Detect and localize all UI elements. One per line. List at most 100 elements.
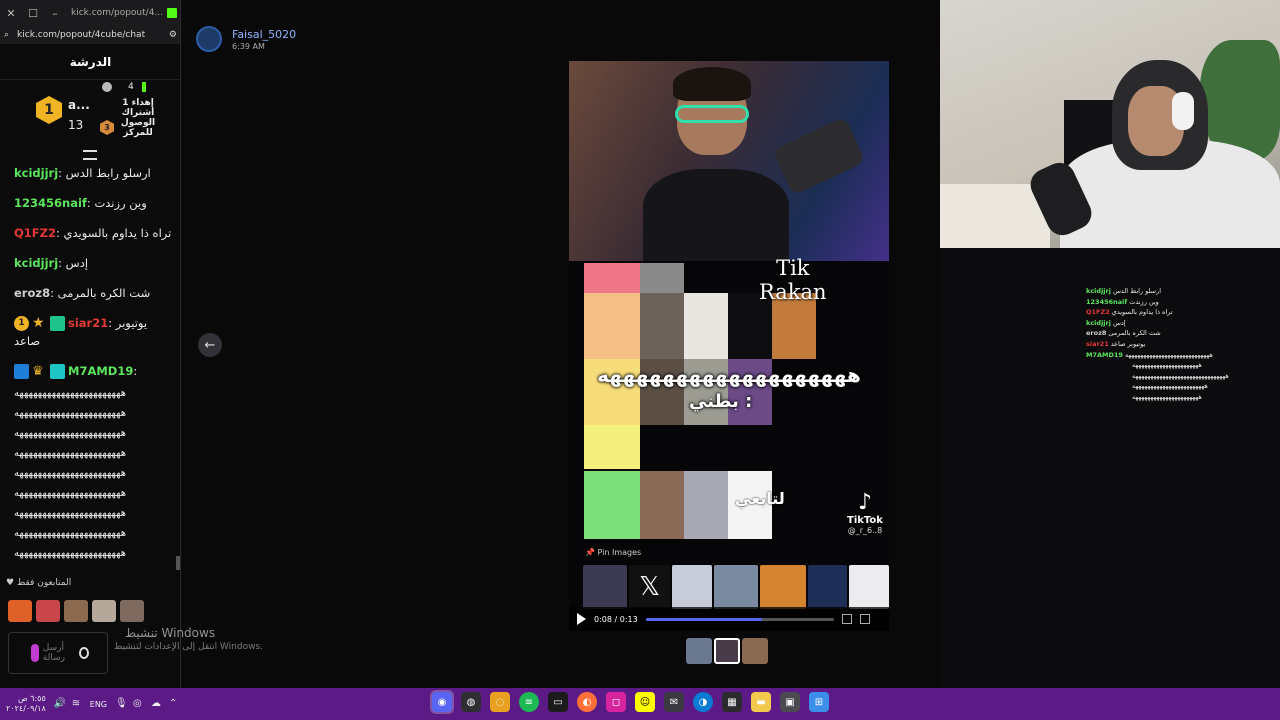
previous-media-button[interactable]: ← [198, 333, 222, 357]
minimize-window-icon[interactable]: – [44, 0, 66, 26]
microphone-shape [772, 116, 866, 196]
cloud-icon[interactable]: ☁ [151, 699, 161, 709]
chat-header-title: الدرشة [0, 44, 180, 80]
sub-badge-icon: 3 [100, 120, 114, 135]
spotify-app-icon[interactable]: ≡ [519, 692, 539, 712]
avatar[interactable] [92, 600, 116, 622]
chat-username[interactable]: Q1FZ2 [14, 226, 56, 240]
avatar[interactable] [64, 600, 88, 622]
chat-username[interactable]: kcidjjrj [14, 166, 58, 180]
chat-scrollbar[interactable] [176, 556, 180, 570]
chat-username[interactable]: eroz8 [14, 286, 50, 300]
heart-icon: ♥ [6, 578, 15, 588]
chat-message: 123456naif: وين رزندت [14, 196, 174, 211]
volume-icon[interactable]: 🔊 [54, 699, 66, 709]
chat-username[interactable]: M7AMD19 [68, 364, 133, 378]
overlay-spam-line: هههههههههههههههههههههههههههههههه [1132, 371, 1229, 380]
media-thumbnail[interactable] [742, 638, 768, 664]
close-window-icon[interactable]: ✕ [0, 0, 22, 26]
overlay-text: تراه ذا يداوم بالسويدي [1111, 308, 1173, 317]
overlay-chat-line: kcidjjrj إدس [1086, 318, 1280, 329]
collapse-handle-icon[interactable] [83, 150, 97, 160]
play-icon[interactable] [577, 613, 586, 625]
tier-image [684, 471, 728, 539]
window-title: kick.com/popout/4... [71, 8, 163, 18]
caption-line-2: Rakan [759, 280, 827, 304]
tier-image [640, 263, 684, 293]
video-progress-fill [645, 617, 763, 621]
file-explorer-icon[interactable]: ▬ [751, 692, 771, 712]
terminal-app-icon[interactable]: ▭ [548, 692, 568, 712]
address-bar[interactable]: ⌕ kick.com/popout/4cube/chat ⚙ [0, 26, 180, 44]
pinned-user-name: a... [68, 98, 90, 112]
avatar[interactable] [36, 600, 60, 622]
chat-popout-window: ✕ ☐ – kick.com/popout/4... ⌕ kick.com/po… [0, 0, 181, 688]
tier-label-d [584, 471, 640, 539]
pin-images-strip: 𝕏 [583, 565, 889, 609]
calculator-app-icon[interactable]: ▦ [722, 692, 742, 712]
spam-line: هههههههههههههههههههههههه [14, 548, 127, 559]
video-player[interactable]: Tik Rakan هههههههههههههههههههه بطني : لت… [569, 61, 889, 631]
mail-app-icon[interactable]: ✉ [664, 692, 684, 712]
chat-text: ارسلو رابط الدس [65, 166, 151, 180]
chat-username[interactable]: 123456naif [14, 196, 87, 210]
microphone-icon[interactable]: 🎙 [115, 699, 128, 709]
discord-app-icon[interactable]: ◉ [432, 692, 452, 712]
fullscreen-icon[interactable] [859, 614, 870, 624]
firefox-app-icon[interactable]: ◐ [577, 692, 597, 712]
media-thumbnail[interactable] [686, 638, 712, 664]
mic-icon[interactable] [31, 644, 39, 662]
snapchat-app-icon[interactable]: ☺ [635, 692, 655, 712]
volume-icon[interactable] [841, 614, 852, 624]
follower-avatars [8, 600, 144, 622]
spam-line: هههههههههههههههههههههههه [14, 448, 127, 459]
tier-row [584, 471, 874, 539]
chat-text: شت الكره بالمرمى [57, 286, 151, 300]
app-icon[interactable]: ▣ [780, 692, 800, 712]
windows-start-icon[interactable]: ⊞ [809, 692, 829, 712]
chat-message-input[interactable]: أرسل رسالة [8, 632, 108, 674]
site-settings-icon[interactable]: ⚙ [169, 30, 177, 40]
edge-app-icon[interactable]: ◑ [693, 692, 713, 712]
overlay-spam-line: ههههههههههههههههههههههه [1132, 361, 1202, 370]
spam-line: هههههههههههههههههههههههه [14, 468, 127, 479]
chat-separator: : [58, 166, 66, 180]
emoji-icon[interactable] [78, 647, 89, 659]
chat-message: ♛ M7AMD19: [14, 364, 174, 379]
overlay-chat-line: kcidjjrj ارسلو رابط الدس [1086, 286, 1280, 297]
avatar[interactable] [120, 600, 144, 622]
pin-image [672, 565, 713, 609]
arrow-left-icon: ← [204, 337, 216, 353]
video-overlay-text: هههههههههههههههههههه [597, 363, 862, 387]
followers-only-text: المتابعون فقط [16, 578, 72, 588]
chat-text: وين رزندت [94, 196, 147, 210]
video-caption-title: Tik Rakan [759, 256, 827, 304]
tier-image [684, 293, 728, 359]
chat-username[interactable]: kcidjjrj [14, 256, 58, 270]
chevron-up-icon[interactable]: ⌃ [169, 699, 179, 709]
tier-image [640, 471, 684, 539]
chrome-app-icon[interactable]: ◌ [490, 692, 510, 712]
avatar[interactable] [8, 600, 32, 622]
instagram-app-icon[interactable]: ◻ [606, 692, 626, 712]
tier-label-c [584, 425, 640, 469]
overlay-username: eroz8 [1086, 329, 1107, 338]
url-text[interactable]: kick.com/popout/4cube/chat [17, 30, 169, 40]
uploader-name[interactable]: Faisal_5020 [232, 28, 296, 41]
leaderboard-medal-icon: 1 [36, 96, 62, 124]
language-indicator[interactable]: ENG [90, 700, 107, 709]
streamer-body-shape [643, 169, 789, 261]
wifi-icon[interactable]: ≋ [72, 699, 82, 709]
chat-message-list: kcidjjrj: ارسلو رابط الدس 123456naif: وي… [0, 160, 180, 570]
media-thumbnail-selected[interactable] [714, 638, 740, 664]
taskbar-clock[interactable]: ٦:٥٥ ص ٢٠٢٤/٠٩/١٨ [6, 694, 46, 714]
video-progress-bar[interactable] [645, 617, 834, 621]
pinned-gift-banner[interactable]: 1 a... 13 3 إهداء 1 أشتراك الوصول للمركز… [0, 80, 180, 150]
maximize-window-icon[interactable]: ☐ [22, 0, 44, 26]
chat-text: صاعد [14, 334, 41, 348]
network-icon[interactable]: ◎ [133, 699, 143, 709]
obs-app-icon[interactable]: ◍ [461, 692, 481, 712]
kick-extension-icon[interactable] [167, 8, 177, 18]
uploader-avatar[interactable] [196, 26, 222, 52]
chat-username[interactable]: siar21 [68, 316, 108, 330]
